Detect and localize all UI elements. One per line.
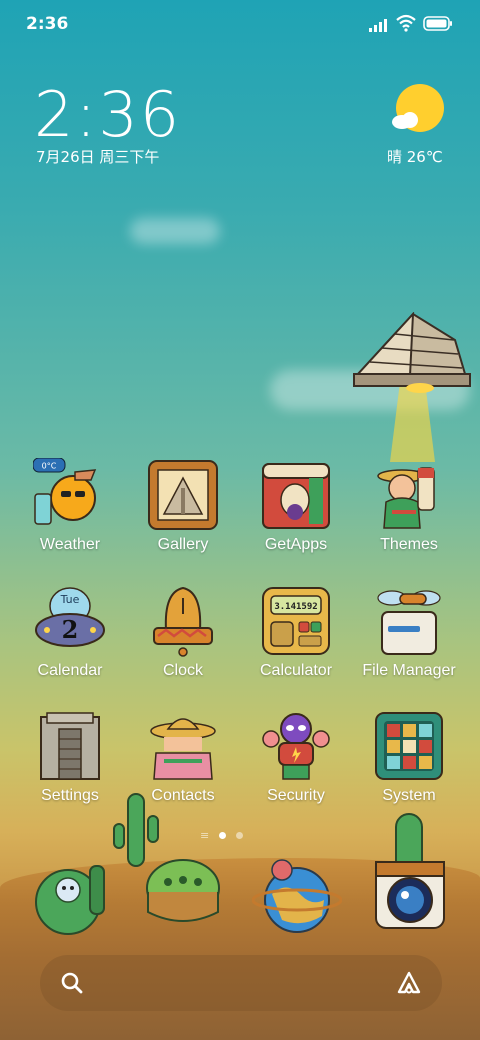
app-label: Security bbox=[267, 787, 325, 804]
app-label: Weather bbox=[39, 536, 101, 553]
weather-badge-text: 0°C bbox=[42, 462, 57, 471]
dock-camera[interactable] bbox=[362, 812, 458, 942]
sun-cloud-icon[interactable] bbox=[390, 84, 446, 136]
themes-icon bbox=[377, 467, 435, 529]
app-settings[interactable]: Settings bbox=[14, 709, 126, 821]
search-icon[interactable] bbox=[60, 971, 84, 995]
phone-icon bbox=[35, 865, 105, 935]
app-label: Calendar bbox=[37, 662, 103, 679]
app-file-manager[interactable]: File Manager bbox=[353, 584, 465, 696]
page-dot-active[interactable] bbox=[219, 832, 226, 839]
app-label: Calculator bbox=[259, 662, 333, 679]
system-icon bbox=[375, 712, 443, 780]
app-system[interactable]: System bbox=[353, 709, 465, 821]
search-bar[interactable] bbox=[40, 955, 442, 1011]
calendar-icon: Tue 2 bbox=[35, 587, 105, 647]
gallery-icon bbox=[148, 460, 218, 530]
messages-icon bbox=[146, 859, 220, 922]
app-calculator[interactable]: 3.141592 Calculator bbox=[240, 584, 352, 696]
app-security[interactable]: Security bbox=[240, 709, 352, 821]
security-icon bbox=[262, 713, 330, 780]
file-manager-icon bbox=[377, 590, 441, 655]
app-label: Themes bbox=[380, 536, 438, 553]
camera-icon bbox=[375, 813, 445, 929]
page-indicator[interactable]: ≡ bbox=[200, 829, 250, 842]
dock-phone[interactable] bbox=[28, 850, 118, 940]
app-weather[interactable]: 0°C Weather bbox=[14, 458, 126, 570]
calculator-display-text: 3.141592 bbox=[274, 602, 317, 612]
pyramid-ufo-decoration bbox=[353, 312, 471, 462]
browser-icon bbox=[251, 859, 343, 933]
dock-messages[interactable] bbox=[138, 850, 228, 940]
signal-icon bbox=[369, 19, 387, 32]
app-label: GetApps bbox=[264, 536, 328, 553]
status-time: 2:36 bbox=[26, 14, 69, 34]
battery-icon bbox=[423, 16, 452, 31]
calendar-date-text: 2 bbox=[62, 615, 79, 644]
contacts-icon bbox=[150, 718, 216, 780]
app-label: Gallery bbox=[157, 536, 209, 553]
weather-widget-text[interactable]: 晴 26℃ bbox=[387, 146, 443, 167]
app-label: Settings bbox=[41, 787, 99, 804]
app-clock[interactable]: Clock bbox=[127, 584, 239, 696]
calendar-day-text: Tue bbox=[60, 593, 80, 606]
settings-icon bbox=[40, 712, 100, 780]
assistant-icon[interactable] bbox=[396, 970, 422, 996]
app-calendar[interactable]: Tue 2 Calendar bbox=[14, 584, 126, 696]
app-label: File Manager bbox=[362, 662, 456, 679]
status-bar: 2:36 bbox=[0, 0, 480, 50]
wifi-icon bbox=[396, 14, 416, 32]
app-gallery[interactable]: Gallery bbox=[127, 458, 239, 570]
clock-widget-date[interactable]: 7月26日 周三下午 bbox=[36, 146, 159, 167]
app-label: System bbox=[382, 787, 436, 804]
page-dot[interactable] bbox=[236, 832, 243, 839]
app-label: Clock bbox=[162, 662, 203, 679]
clock-icon bbox=[153, 586, 213, 657]
dock-browser[interactable] bbox=[251, 850, 343, 940]
calculator-icon: 3.141592 bbox=[262, 587, 330, 655]
getapps-icon bbox=[262, 463, 330, 529]
weather-icon: 0°C bbox=[33, 458, 97, 525]
app-getapps[interactable]: GetApps bbox=[240, 458, 352, 570]
app-themes[interactable]: Themes bbox=[353, 458, 465, 570]
clock-widget-time[interactable]: 2:36 bbox=[34, 78, 181, 151]
page-list-icon: ≡ bbox=[200, 829, 210, 842]
cloud bbox=[130, 218, 220, 244]
